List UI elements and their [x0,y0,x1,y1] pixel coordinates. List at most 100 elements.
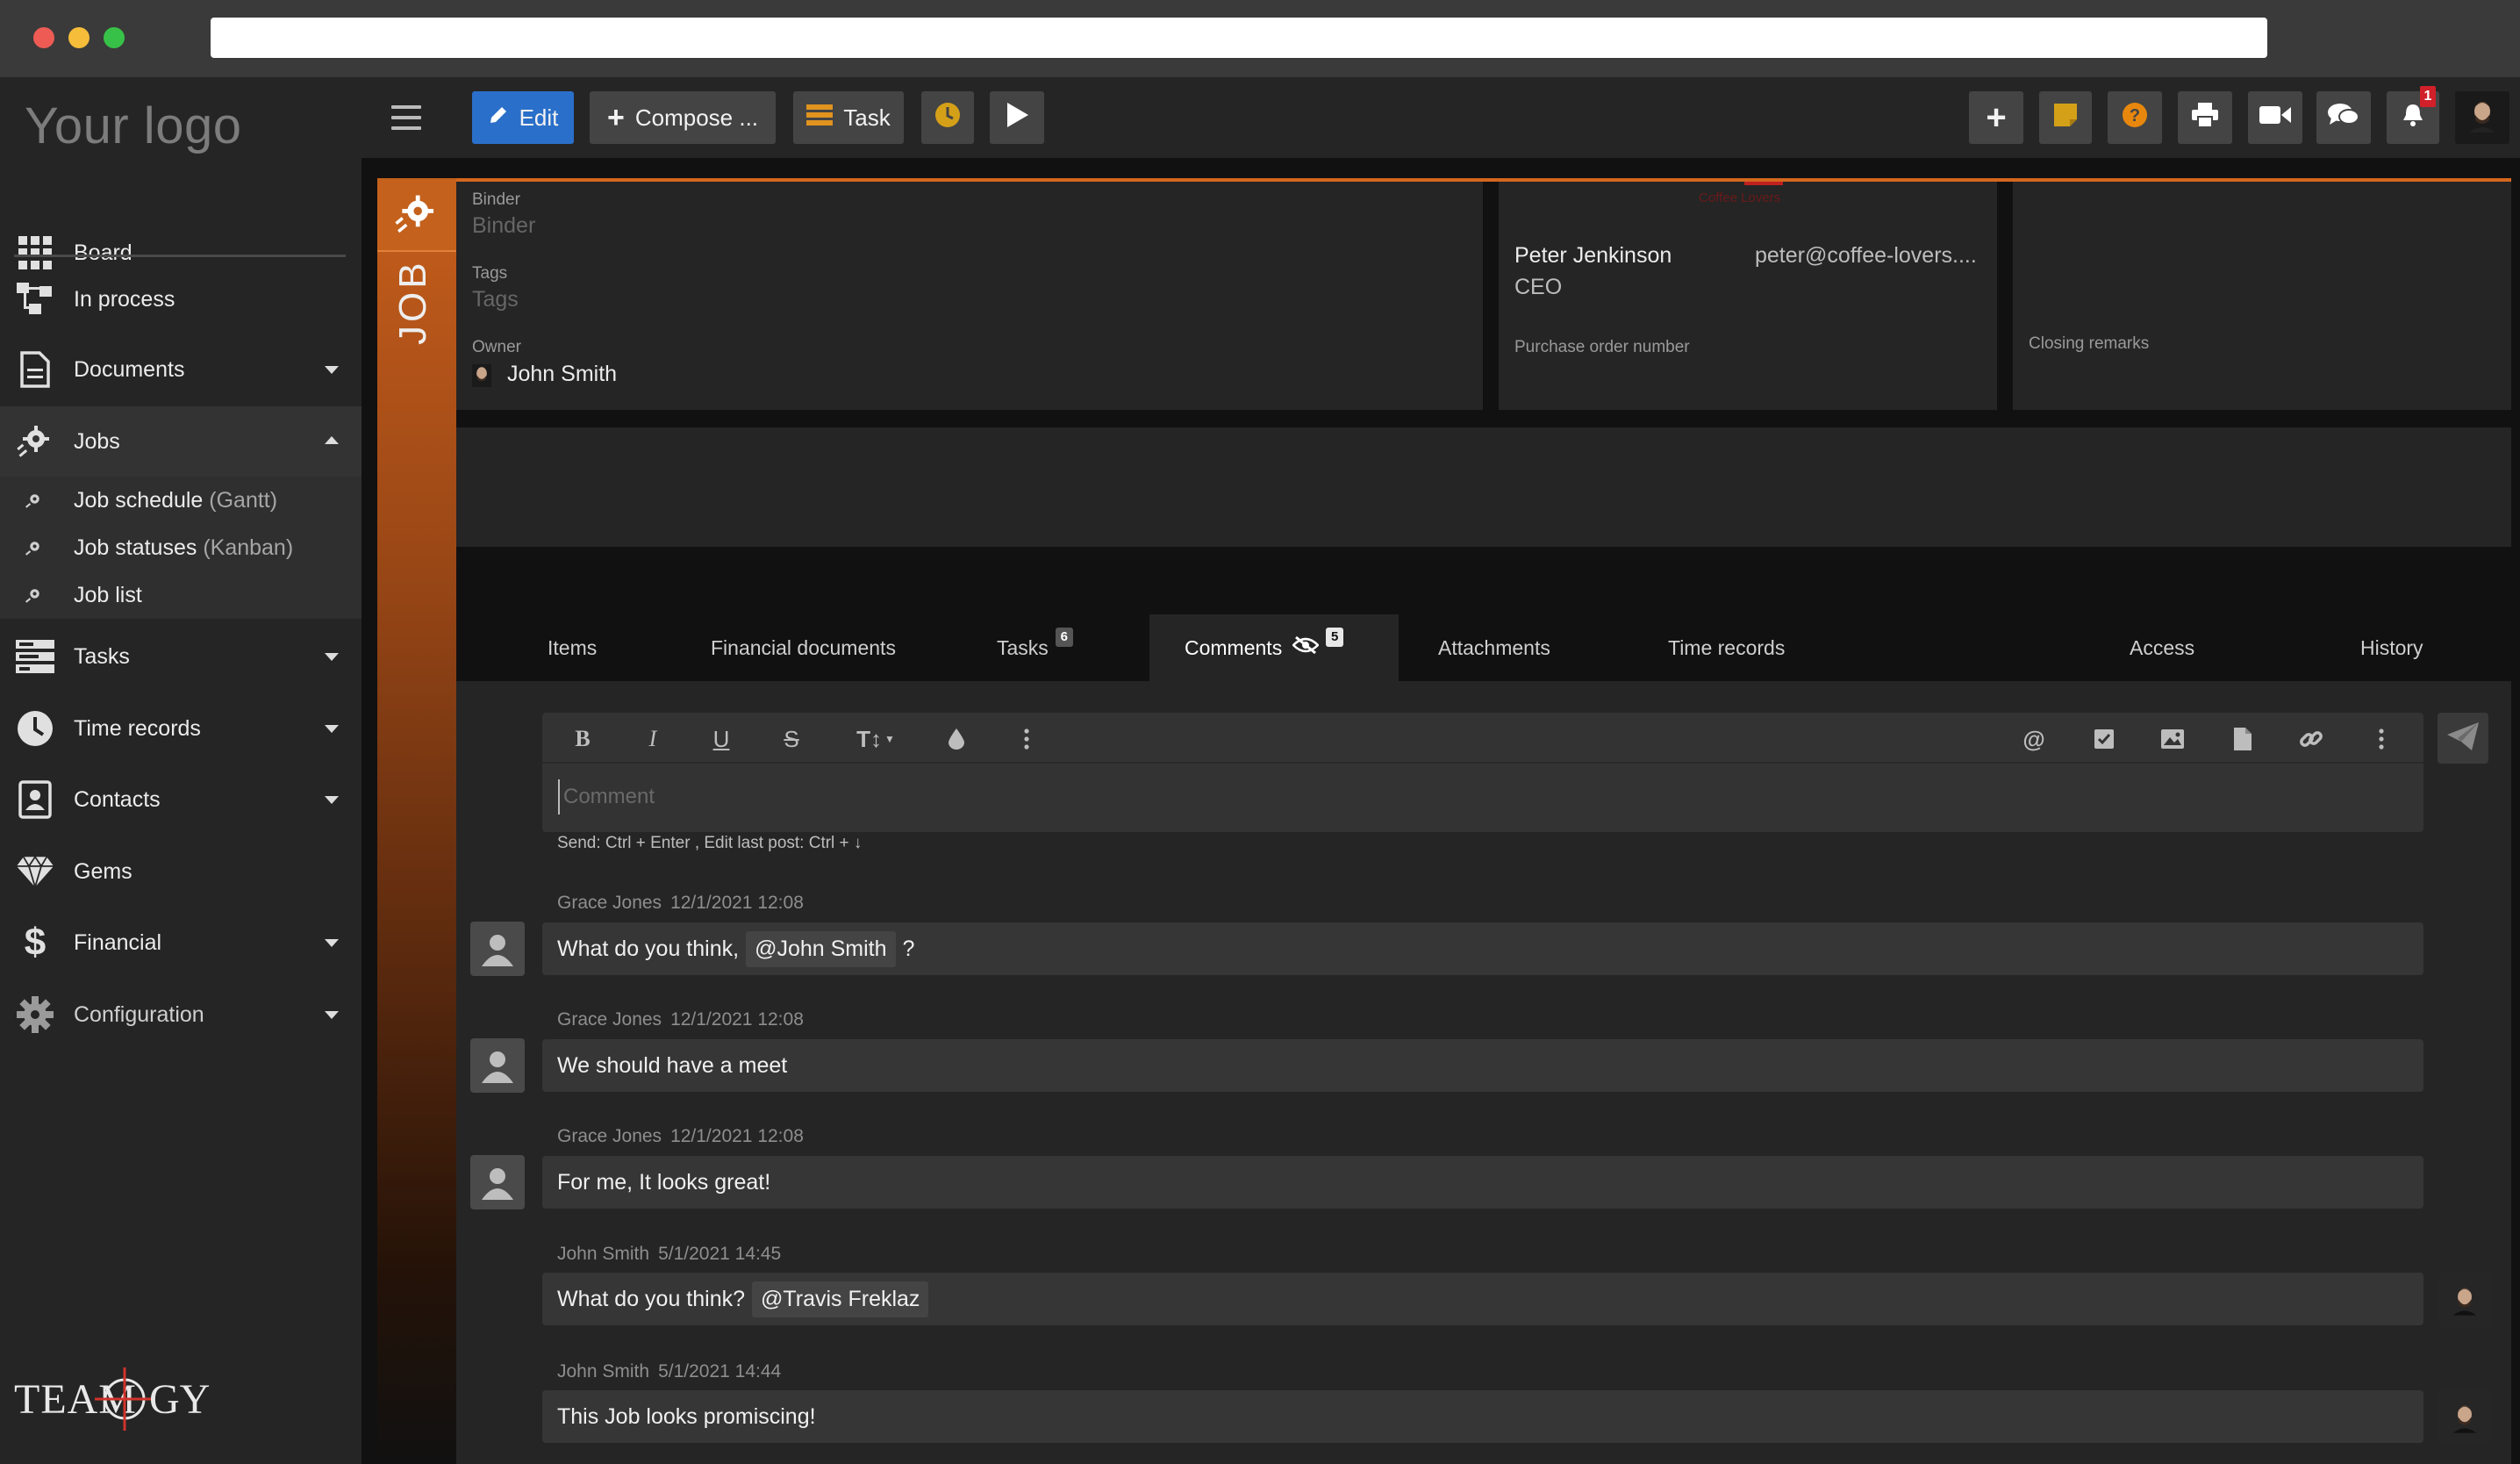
sidebar-item-label: Gems [74,858,132,884]
sidebar-item-contacts[interactable]: Contacts [0,764,362,835]
sidebar-item-financial[interactable]: $ Financial [0,908,362,978]
sidebar-item-documents[interactable]: Documents [0,334,362,405]
tab-time-records[interactable]: Time records [1668,614,1785,681]
comment-input[interactable] [558,779,2401,815]
comment-meta: John Smith 5/1/2021 14:45 [557,1244,781,1265]
comment-datetime: 5/1/2021 14:44 [658,1361,782,1381]
comment-author: Grace Jones [557,893,662,913]
comments-count-badge: 5 [1326,628,1344,647]
address-bar[interactable] [211,18,2267,58]
sidebar-subitem-job-statuses[interactable]: Job statuses (Kanban) [0,524,362,571]
minimize-window-button[interactable] [68,27,89,48]
print-icon [2192,102,2218,133]
help-icon: ? [2122,102,2148,134]
chevron-down-icon [325,939,339,947]
send-button[interactable] [2438,713,2488,764]
job-strip-label: JOB [391,259,434,345]
timer-button[interactable] [921,91,974,144]
comment-datetime: 12/1/2021 12:08 [670,1009,804,1030]
plus-icon: + [1986,97,2007,137]
help-button[interactable]: ? [2108,91,2162,144]
comment-bubble[interactable]: We should have a meet [542,1039,2423,1092]
strip-divider [377,250,456,252]
more-vertical-icon[interactable] [1009,721,1044,757]
comment-datetime: 12/1/2021 12:08 [670,1126,804,1146]
tab-attachments[interactable]: Attachments [1438,614,1550,681]
contact-name[interactable]: Peter Jenkinson [1514,243,1672,269]
mention-chip[interactable]: @John Smith [746,930,896,967]
sidebar-item-time-records[interactable]: Time records [0,693,362,764]
comment-datetime: 12/1/2021 12:08 [670,893,804,913]
notifications-button[interactable]: 1 [2387,86,2439,144]
mention-icon[interactable]: @ [2016,721,2051,757]
top-toolbar: Edit + Compose ... Task + ? 1 [362,77,2520,158]
print-button[interactable] [2178,91,2232,144]
comment-meta: John Smith 5/1/2021 14:44 [557,1361,781,1382]
sidebar-subitem-job-schedule[interactable]: Job schedule (Gantt) [0,477,362,524]
text-size-icon[interactable]: T↕ ▼ [849,721,902,757]
checkbox-icon[interactable] [2087,721,2122,757]
tab-history[interactable]: History [2360,614,2423,681]
jobs-gear-icon [23,584,46,606]
binder-field[interactable]: Binder [472,213,535,239]
job-description-area[interactable] [456,427,2511,547]
default-user-avatar [470,1038,525,1093]
comment-text: What do you think, [557,936,740,961]
notes-button[interactable] [2039,91,2092,144]
tab-comments[interactable]: Comments 5 [1149,614,1399,681]
tags-field[interactable]: Tags [472,287,519,312]
comment-bubble[interactable]: For me, It looks great! [542,1156,2423,1209]
comment-author: Grace Jones [557,1126,662,1146]
sidebar-subitem-job-list[interactable]: Job list [0,571,362,619]
comment-meta: Grace Jones 12/1/2021 12:08 [557,1009,804,1030]
strikethrough-icon[interactable]: S [774,721,809,757]
jobs-gear-icon [23,536,46,559]
eye-slash-icon [1292,635,1320,660]
tab-financial-documents[interactable]: Financial documents [711,614,896,681]
play-button[interactable] [990,91,1044,144]
sidebar: Your logo Board In process Documents Job… [0,77,362,1464]
compose-button[interactable]: + Compose ... [590,91,776,144]
tab-items[interactable]: Items [548,614,597,681]
edit-button[interactable]: Edit [472,91,574,144]
company-name[interactable]: Coffee Lovers [1699,190,1780,205]
mention-chip[interactable]: @Travis Freklaz [752,1281,929,1317]
italic-icon[interactable]: I [635,721,670,757]
comment-bubble[interactable]: This Job looks promiscing! [542,1390,2423,1443]
underline-icon[interactable]: U [704,721,739,757]
company-accent [1744,182,1783,185]
menu-icon[interactable] [391,105,421,130]
owner-name[interactable]: John Smith [507,362,617,387]
sidebar-item-gems[interactable]: Gems [0,836,362,907]
comment-bubble[interactable]: What do you think? @Travis Freklaz [542,1273,2423,1325]
chevron-down-icon [325,725,339,733]
comment-editor: B I U S T↕ ▼ @ [542,713,2423,832]
sidebar-item-label: Contacts [74,786,161,812]
link-icon[interactable] [2294,721,2329,757]
user-avatar[interactable] [2455,91,2509,144]
contact-email[interactable]: peter@coffee-lovers.... [1755,243,1977,269]
sidebar-item-tasks[interactable]: Tasks [0,621,362,692]
image-icon[interactable] [2155,721,2190,757]
comment-text: ? [902,936,915,961]
chat-button[interactable] [2316,91,2371,144]
close-window-button[interactable] [33,27,54,48]
task-button[interactable]: Task [793,91,904,144]
file-icon[interactable] [2225,721,2260,757]
maximize-window-button[interactable] [104,27,125,48]
sidebar-item-jobs[interactable]: Jobs [0,406,362,477]
more-vertical-icon[interactable] [2364,721,2399,757]
process-icon [16,280,54,319]
bold-icon[interactable]: B [565,721,600,757]
gear-icon [16,995,54,1034]
add-button[interactable]: + [1969,91,2023,144]
sidebar-item-in-process[interactable]: In process [0,264,362,334]
video-call-button[interactable] [2248,91,2302,144]
comment-bubble[interactable]: What do you think, @John Smith ? [542,922,2423,975]
comment-text: For me, It looks great! [557,1169,771,1195]
tab-tasks[interactable]: Tasks 6 [997,614,1073,681]
sidebar-item-configuration[interactable]: Configuration [0,980,362,1050]
tab-access[interactable]: Access [2130,614,2194,681]
sidebar-divider [14,255,346,257]
color-drop-icon[interactable] [939,721,974,757]
